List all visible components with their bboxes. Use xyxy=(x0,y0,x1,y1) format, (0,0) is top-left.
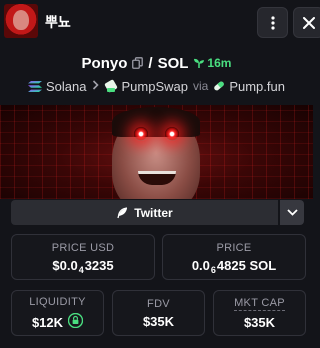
launchpad-name: Pump.fun xyxy=(229,78,285,94)
liquidity-box: LIQUIDITY $12K xyxy=(11,290,104,336)
pair-age-badge: 16m xyxy=(193,56,231,70)
base-token-symbol: Ponyo xyxy=(81,54,128,72)
close-icon xyxy=(302,16,315,29)
pill-icon xyxy=(214,81,225,91)
token-banner-image xyxy=(0,105,313,199)
price-sol-digits: 4825 SOL xyxy=(216,257,277,273)
price-usd-digits: 3235 xyxy=(84,257,114,273)
token-name: 뿌뇨 xyxy=(45,14,71,30)
banner-glowing-eye-right xyxy=(165,127,179,141)
pumpswap-icon xyxy=(104,79,117,93)
pair-title: Ponyo / SOL 16m xyxy=(0,52,313,74)
avatar-face xyxy=(13,10,29,30)
twitter-label: Twitter xyxy=(134,205,173,220)
price-usd-box: PRICE USD $0.0 4 3235 xyxy=(11,234,155,280)
liquidity-label: LIQUIDITY xyxy=(29,296,86,308)
token-avatar xyxy=(4,4,38,38)
solana-icon xyxy=(28,80,43,92)
twitter-button[interactable]: Twitter xyxy=(11,200,278,225)
liquidity-value-row: $12K xyxy=(31,312,84,330)
price-sol-value: 0.0 6 4825 SOL xyxy=(191,257,277,275)
quote-token-symbol: SOL xyxy=(157,54,189,72)
price-sol-zero-count: 6 xyxy=(210,264,216,275)
top-bar: 뿌뇨 xyxy=(0,0,320,46)
chevron-right-icon xyxy=(92,79,99,93)
mkt-cap-value: $35K xyxy=(243,314,276,330)
price-sol-label: PRICE xyxy=(216,241,252,254)
price-usd-zero-count: 4 xyxy=(78,264,84,275)
price-usd-prefix: $0.0 xyxy=(52,257,78,273)
mkt-cap-label: MKT CAP xyxy=(234,296,285,311)
more-options-button[interactable] xyxy=(257,7,288,38)
pair-age: 16m xyxy=(207,56,232,70)
close-button[interactable] xyxy=(293,7,320,38)
seedling-icon xyxy=(194,58,205,68)
chain-name: Solana xyxy=(46,78,87,94)
price-sol-prefix: 0.0 xyxy=(191,257,210,273)
chevron-down-icon xyxy=(286,209,298,216)
launchpad-link[interactable]: Pump.fun xyxy=(213,79,285,94)
dex-name: PumpSwap xyxy=(121,78,188,94)
lock-icon xyxy=(68,313,84,328)
price-usd-label: PRICE USD xyxy=(51,241,115,254)
breadcrumb: Solana PumpSwap via Pump.fun xyxy=(0,76,313,96)
dex-link[interactable]: PumpSwap xyxy=(104,79,188,94)
via-label: via xyxy=(192,79,209,93)
feather-icon xyxy=(117,206,128,218)
liquidity-value: $12K xyxy=(31,315,64,330)
social-links-bar: Twitter xyxy=(11,200,304,225)
pair-separator: / xyxy=(148,54,153,72)
price-usd-value: $0.0 4 3235 xyxy=(52,257,114,275)
mkt-cap-box[interactable]: MKT CAP $35K xyxy=(213,290,306,336)
expand-socials-button[interactable] xyxy=(280,200,304,225)
banner-glowing-eye-left xyxy=(134,127,148,141)
fdv-value: $35K xyxy=(142,313,175,329)
banner-hair xyxy=(112,107,200,137)
fdv-label: FDV xyxy=(147,297,170,310)
price-sol-box: PRICE 0.0 6 4825 SOL xyxy=(162,234,306,280)
fdv-box: FDV $35K xyxy=(112,290,205,336)
kebab-menu-icon xyxy=(270,15,275,30)
chain-link[interactable]: Solana xyxy=(28,78,87,94)
copy-icon[interactable] xyxy=(132,57,144,69)
